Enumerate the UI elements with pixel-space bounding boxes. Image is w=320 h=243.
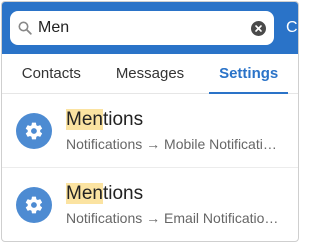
match-highlight: Men bbox=[66, 182, 103, 204]
result-title: Mentions bbox=[66, 182, 278, 206]
search-header: Cancel bbox=[2, 2, 298, 54]
result-path: Notifications → Mobile Notificati… bbox=[66, 135, 277, 152]
tab-settings[interactable]: Settings bbox=[199, 54, 298, 94]
gear-icon bbox=[16, 112, 52, 149]
result-item[interactable]: Mentions Notifications → Email Notificat… bbox=[2, 168, 298, 241]
search-input[interactable] bbox=[38, 16, 245, 40]
result-item[interactable]: Mentions Notifications → Mobile Notifica… bbox=[2, 94, 298, 168]
gear-icon bbox=[16, 186, 52, 223]
clear-search-icon[interactable] bbox=[251, 20, 266, 36]
result-text: Mentions Notifications → Email Notificat… bbox=[66, 182, 278, 228]
search-tabs: Contacts Messages Settings bbox=[2, 54, 298, 94]
tab-contacts[interactable]: Contacts bbox=[2, 54, 101, 93]
cancel-button[interactable]: Cancel bbox=[286, 19, 298, 37]
search-screen: Cancel Contacts Messages Settings Mentio… bbox=[1, 1, 299, 242]
result-path: Notifications → Email Notificatio… bbox=[66, 209, 279, 226]
title-rest: tions bbox=[102, 182, 144, 204]
search-icon bbox=[18, 21, 32, 35]
search-box[interactable] bbox=[10, 11, 274, 45]
match-highlight: Men bbox=[66, 108, 103, 130]
title-rest: tions bbox=[102, 108, 144, 130]
tab-messages[interactable]: Messages bbox=[101, 54, 200, 93]
result-text: Mentions Notifications → Mobile Notifica… bbox=[66, 108, 277, 154]
result-title: Mentions bbox=[66, 108, 277, 132]
